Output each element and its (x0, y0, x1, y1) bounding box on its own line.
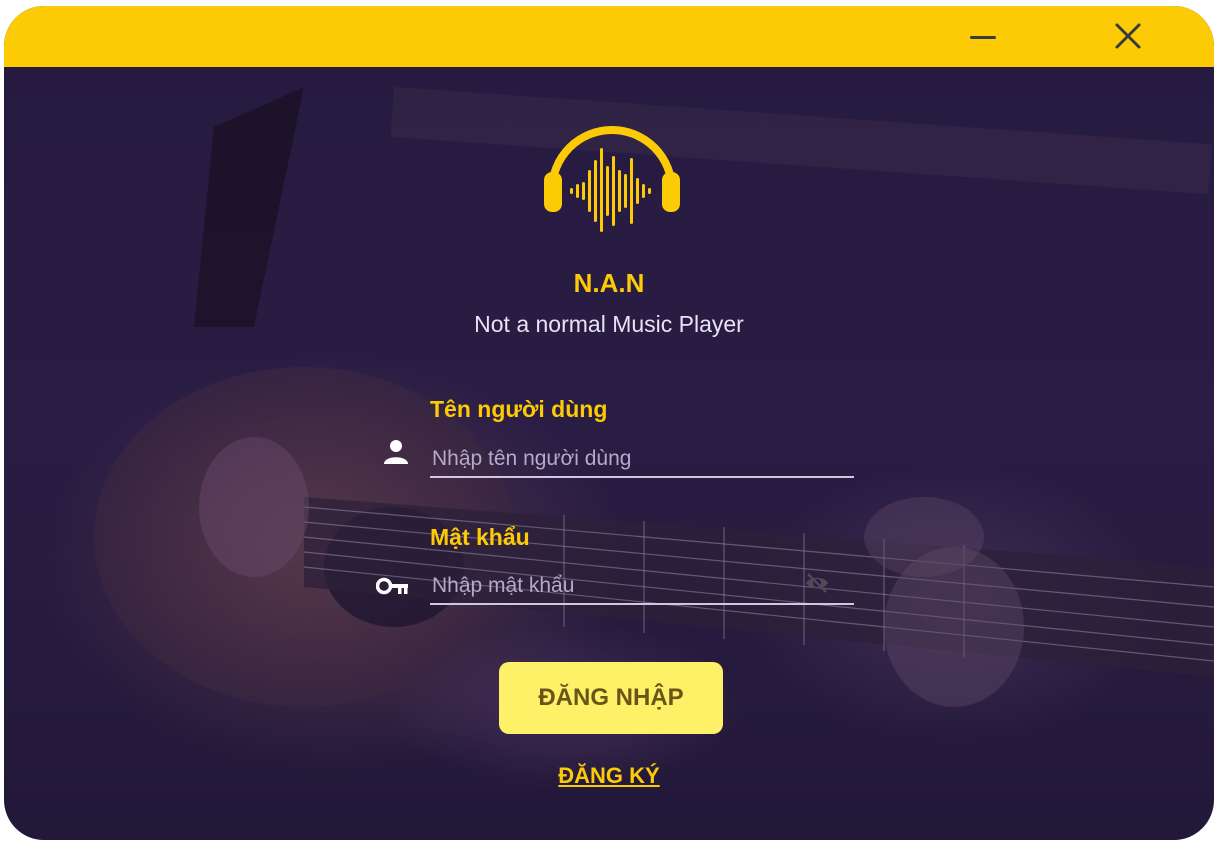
username-input[interactable] (430, 442, 854, 478)
key-icon (376, 577, 408, 595)
register-link[interactable]: ĐĂNG KÝ (4, 763, 1214, 789)
title-bar (4, 6, 1214, 67)
password-label: Mật khẩu (430, 524, 530, 550)
close-icon[interactable] (1104, 16, 1150, 56)
minimize-icon[interactable] (958, 16, 1004, 56)
username-label: Tên người dùng (430, 396, 608, 422)
app-title: N.A.N (573, 268, 645, 298)
login-button[interactable]: ĐĂNG NHẬP (499, 662, 723, 734)
app-subtitle: Not a normal Music Player (474, 311, 744, 337)
headphones-soundwave-icon (544, 126, 680, 232)
login-window: N.A.N Not a normal Music Player Tên ngườ… (4, 6, 1214, 840)
eye-off-icon[interactable] (804, 570, 830, 596)
password-input[interactable] (430, 569, 854, 605)
user-icon (384, 440, 408, 464)
